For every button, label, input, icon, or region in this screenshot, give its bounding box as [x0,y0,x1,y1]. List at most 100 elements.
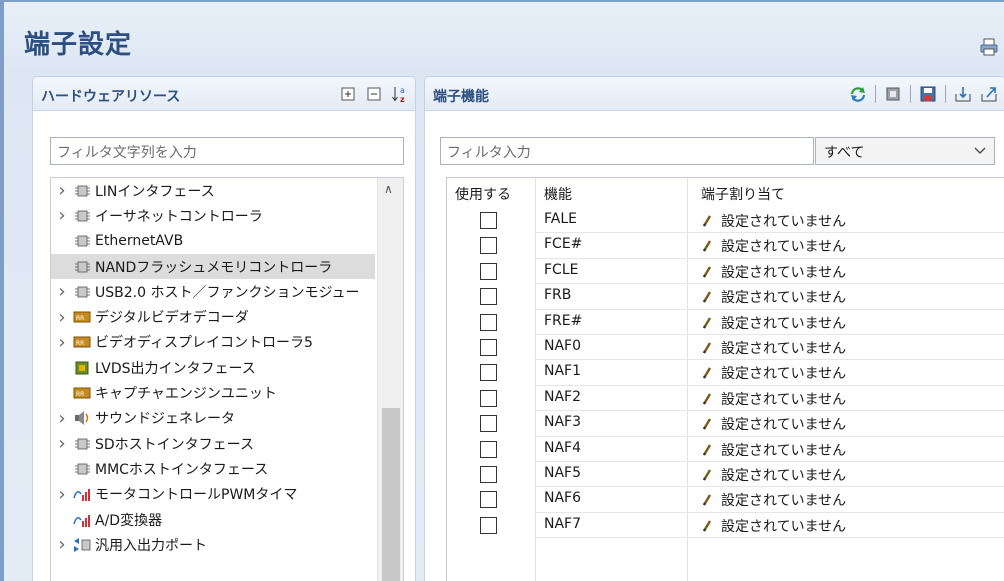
pin-functions-panel: 端子機能 フィルタ入力 すべて 使用する 機能 端子割り当て FALE 設定され… [424,76,1004,581]
tree-item-label: モータコントロールPWMタイマ [95,487,298,504]
use-checkbox[interactable] [480,516,497,534]
use-checkbox[interactable] [480,262,497,280]
table-row: NAF4 設定されていません [447,437,1004,462]
expand-arrow-icon[interactable]: › [51,281,73,302]
expand-arrow-icon[interactable]: › [51,484,73,505]
column-header-assign[interactable]: 端子割り当て [701,184,785,204]
function-filter-select[interactable]: すべて [815,137,995,165]
tree-item[interactable]: EthernetAVB [51,229,375,254]
tree-item-label: デジタルビデオデコーダ [95,310,249,327]
collapse-all-icon[interactable] [365,85,383,103]
pin-assignment[interactable]: 設定されていません [701,516,846,536]
tree-scrollbar[interactable]: ∧ [377,178,403,581]
tree-item[interactable]: RR キャプチャエンジンユニット [51,380,375,405]
expand-arrow-icon[interactable]: › [51,408,73,429]
svg-text:a: a [400,86,405,95]
lvds-icon [73,360,91,376]
pin-assignment[interactable]: 設定されていません [701,236,846,256]
import-icon[interactable] [954,85,972,103]
chip-icon [73,284,91,300]
use-checkbox[interactable] [480,440,497,458]
function-name: FCLE [544,261,579,278]
print-icon[interactable] [980,38,998,56]
chip-icon [73,183,91,199]
video-icon: RR [73,334,91,350]
pin-assignment[interactable]: 設定されていません [701,262,846,282]
column-header-function[interactable]: 機能 [544,184,572,204]
function-name: NAF4 [544,439,582,456]
table-row: FALE 設定されていません [447,208,1004,234]
pin-assignment[interactable]: 設定されていません [701,287,846,307]
tree-item-label: LVDS出力インタフェース [95,360,256,377]
tree-item[interactable]: LVDS出力インタフェース [51,355,375,380]
scroll-thumb[interactable] [382,408,400,581]
pin-assignment[interactable]: 設定されていません [701,338,846,358]
expand-arrow-icon[interactable]: › [51,433,73,454]
svg-text:RR: RR [76,391,84,398]
tree-item[interactable]: › 汎用入出力ポート [51,532,375,557]
table-row: NAF2 設定されていません [447,386,1004,412]
expand-arrow-icon[interactable]: › [51,332,73,353]
use-checkbox[interactable] [480,491,497,509]
use-checkbox[interactable] [480,313,497,331]
use-checkbox[interactable] [480,415,497,433]
refresh-icon[interactable] [849,85,867,103]
tree-item-label: キャプチャエンジンユニット [95,386,277,403]
use-checkbox[interactable] [480,466,497,483]
resource-tree[interactable]: › LINインタフェース › イーサネットコントローラ EthernetAVB NANDフ… [50,177,404,581]
function-name: NAF6 [544,490,582,507]
use-checkbox[interactable] [480,288,497,306]
tree-item-label: EthernetAVB [95,233,184,250]
pin-assignment[interactable]: 設定されていません [701,440,846,460]
svg-text:RR: RR [76,340,84,347]
use-checkbox[interactable] [480,389,497,407]
pin-assignment-label: 設定されていません [721,468,847,484]
tree-item[interactable]: › モータコントロールPWMタイマ [51,482,375,507]
title-bar: 端子設定 [12,8,1004,68]
tree-item[interactable]: NANDフラッシュメモリコントローラ [51,253,375,280]
use-checkbox[interactable] [480,364,497,382]
tree-item[interactable]: › イーサネットコントローラ [51,203,375,228]
tree-item[interactable]: › RR デジタルビデオデコーダ [51,304,375,329]
scroll-up-icon[interactable]: ∧ [384,182,393,196]
use-checkbox[interactable] [480,212,497,229]
pin-assignment[interactable]: 設定されていません [701,414,846,434]
chip-settings-icon[interactable] [884,85,902,103]
table-row: NAF3 設定されていません [447,411,1004,437]
pin-assignment[interactable]: 設定されていません [701,313,846,333]
expand-all-icon[interactable] [339,85,357,103]
function-filter-input[interactable]: フィルタ入力 [440,137,814,165]
tree-item[interactable]: › SDホストインタフェース [51,431,375,456]
pin-assignment[interactable]: 設定されていません [701,465,846,485]
resource-filter-input[interactable]: フィルタ文字列を入力 [50,137,404,165]
pin-assignment[interactable]: 設定されていません [701,211,846,231]
function-name: NAF1 [544,363,582,380]
column-header-use[interactable]: 使用する [455,184,511,204]
tree-item[interactable]: › USB2.0 ホスト／ファンクションモジュー [51,279,375,304]
tree-item-label: USB2.0 ホスト／ファンクションモジュー [95,284,360,301]
tree-item[interactable]: A/D変換器 [51,507,375,532]
tree-item[interactable]: MMCホストインタフェース [51,456,375,481]
use-checkbox[interactable] [480,339,497,356]
function-name: NAF0 [544,338,582,354]
tree-item[interactable]: › RR ビデオディスプレイコントローラ5 [51,330,375,355]
pencil-icon [702,240,712,253]
pencil-icon [702,367,712,380]
expand-arrow-icon[interactable]: › [51,180,73,201]
expand-arrow-icon[interactable]: › [51,205,73,226]
use-checkbox[interactable] [480,237,497,255]
tree-item-label: ビデオディスプレイコントローラ5 [95,335,313,352]
pin-assignment[interactable]: 設定されていません [701,490,846,510]
expand-arrow-icon[interactable]: › [51,534,73,555]
pin-assignment[interactable]: 設定されていません [701,363,846,383]
expand-arrow-icon[interactable]: › [51,307,73,328]
save-icon[interactable] [919,85,937,103]
pin-assignment-label: 設定されていません [721,391,847,408]
pin-assignment[interactable]: 設定されていません [701,389,846,409]
function-name: NAF2 [544,388,582,405]
tree-item[interactable]: › サウンドジェネレータ [51,406,375,431]
sort-icon[interactable]: a z [391,85,409,103]
export-icon[interactable] [980,85,998,103]
pencil-icon [702,215,712,227]
tree-item[interactable]: › LINインタフェース [51,178,375,203]
